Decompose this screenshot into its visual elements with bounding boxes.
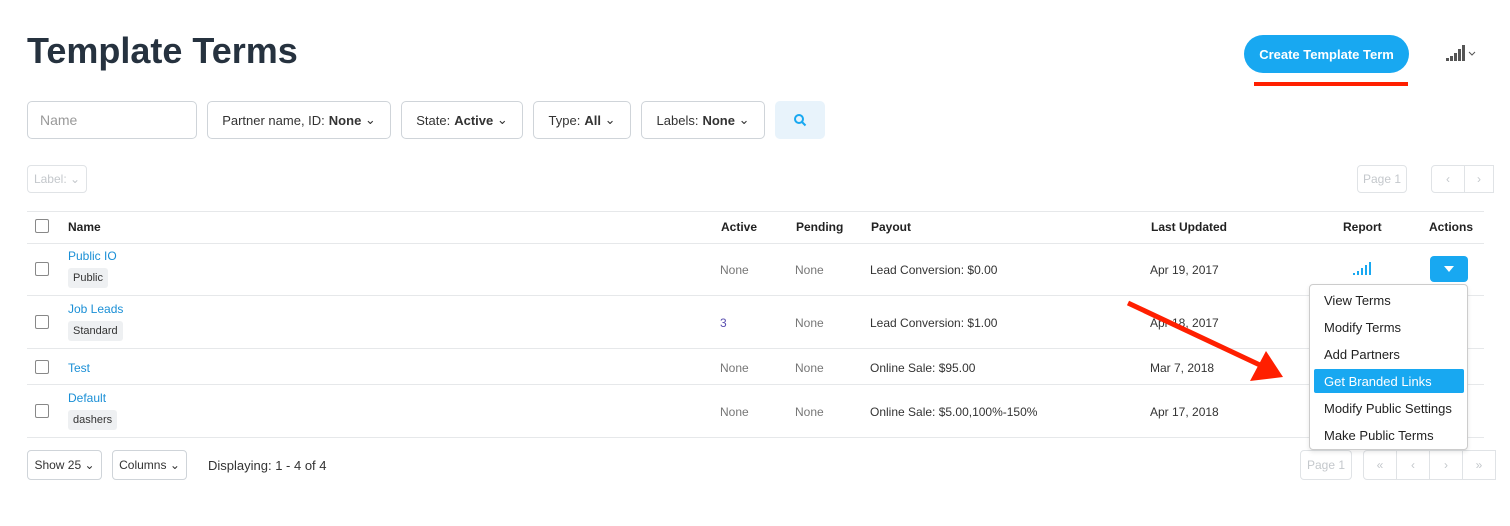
create-template-term-button[interactable]: Create Template Term <box>1244 35 1409 73</box>
partner-filter-label: Partner name, ID: <box>222 112 325 128</box>
term-tag: Public <box>68 268 108 288</box>
state-filter-label: State: <box>416 112 451 128</box>
page-indicator-text: Page 1 <box>1306 458 1346 472</box>
term-name-link[interactable]: Job Leads <box>68 302 123 316</box>
partner-filter[interactable]: Partner name, ID: None ⌄ <box>207 101 391 139</box>
term-tag: Standard <box>68 321 123 341</box>
pending-count: None <box>795 361 824 375</box>
pending-count: None <box>795 316 824 330</box>
label-select-text: Label: <box>33 172 67 186</box>
page-title: Template Terms <box>27 30 298 71</box>
displaying-count: Displaying: 1 - 4 of 4 <box>208 458 327 473</box>
chevron-down-icon: ⌄ <box>361 112 376 127</box>
chevron-down-icon: ⌄ <box>600 112 616 127</box>
term-tag: dashers <box>68 410 118 430</box>
signal-bars-icon <box>1446 45 1476 61</box>
row-checkbox[interactable] <box>35 315 49 329</box>
last-updated: Apr 19, 2017 <box>1150 263 1219 277</box>
payout: Lead Conversion: $1.00 <box>870 316 998 330</box>
chevron-down-icon: ⌄ <box>734 112 750 127</box>
type-filter-label: Type: <box>548 112 581 128</box>
header-name[interactable]: Name <box>68 220 101 234</box>
term-name-link[interactable]: Test <box>68 361 90 375</box>
type-filter[interactable]: Type: All ⌄ <box>533 101 631 139</box>
page-indicator-top: Page 1 <box>1357 165 1407 193</box>
active-count: None <box>720 405 749 419</box>
row-checkbox[interactable] <box>35 262 49 276</box>
active-count: None <box>720 263 749 277</box>
actions-menu: View Terms Modify Terms Add Partners Get… <box>1309 284 1468 450</box>
last-updated: Apr 18, 2017 <box>1150 316 1219 330</box>
first-page-button[interactable]: « <box>1363 450 1397 480</box>
last-updated: Apr 17, 2018 <box>1150 405 1219 419</box>
pending-count: None <box>795 405 824 419</box>
label-select[interactable]: Label: ⌄ <box>27 165 87 193</box>
search-button[interactable] <box>775 101 825 139</box>
annotation-arrow-icon <box>1126 300 1283 381</box>
payout: Lead Conversion: $0.00 <box>870 263 998 277</box>
header-pending[interactable]: Pending <box>796 220 843 234</box>
labels-filter-label: Labels: <box>656 112 699 128</box>
menu-item-make-public-terms[interactable]: Make Public Terms <box>1314 423 1464 447</box>
type-filter-value: All <box>584 112 601 128</box>
row-checkbox[interactable] <box>35 360 49 374</box>
search-icon <box>794 114 807 127</box>
name-input[interactable]: Name <box>27 101 197 139</box>
show-per-page-text: Show 25 <box>34 458 82 472</box>
labels-filter[interactable]: Labels: None ⌄ <box>641 101 765 139</box>
state-filter-value: Active <box>454 112 494 128</box>
next-page-button-bottom[interactable]: › <box>1429 450 1463 480</box>
active-count: None <box>720 361 749 375</box>
partner-filter-value: None <box>328 112 362 128</box>
state-filter[interactable]: State: Active ⌄ <box>401 101 523 139</box>
page-indicator-text: Page 1 <box>1362 172 1402 186</box>
menu-item-modify-terms[interactable]: Modify Terms <box>1314 315 1464 339</box>
header-last-updated[interactable]: Last Updated <box>1151 220 1227 234</box>
header-report: Report <box>1343 220 1382 234</box>
active-count-link[interactable]: 3 <box>720 316 727 330</box>
payout: Online Sale: $95.00 <box>870 361 976 375</box>
last-updated: Mar 7, 2018 <box>1150 361 1215 375</box>
menu-item-add-partners[interactable]: Add Partners <box>1314 342 1464 366</box>
prev-page-button-bottom[interactable]: ‹ <box>1396 450 1430 480</box>
annotation-underline <box>1254 82 1408 86</box>
row-checkbox[interactable] <box>35 404 49 418</box>
payout: Online Sale: $5.00,100%-150% <box>870 405 1038 419</box>
next-page-button[interactable]: › <box>1464 165 1494 193</box>
select-all-checkbox[interactable] <box>35 219 49 233</box>
term-name-link[interactable]: Default <box>68 391 106 405</box>
menu-item-modify-public-settings[interactable]: Modify Public Settings <box>1314 396 1464 420</box>
header-actions: Actions <box>1429 220 1474 234</box>
menu-item-view-terms[interactable]: View Terms <box>1314 288 1464 312</box>
columns-text: Columns <box>119 458 167 472</box>
pending-count: None <box>795 263 824 277</box>
columns-select[interactable]: Columns ⌄ <box>112 450 187 480</box>
name-placeholder: Name <box>40 112 78 128</box>
last-page-button[interactable]: » <box>1462 450 1496 480</box>
prev-page-button[interactable]: ‹ <box>1431 165 1465 193</box>
report-signal-icon[interactable] <box>1352 261 1372 277</box>
term-name-link[interactable]: Public IO <box>68 249 117 263</box>
chevron-down-icon: ⌄ <box>493 112 508 127</box>
page-indicator-bottom: Page 1 <box>1300 450 1352 480</box>
menu-item-get-branded-links[interactable]: Get Branded Links <box>1314 369 1464 393</box>
caret-down-icon <box>1444 266 1454 272</box>
labels-filter-value: None <box>702 112 735 128</box>
header-active[interactable]: Active <box>721 220 757 234</box>
header-payout[interactable]: Payout <box>871 220 911 234</box>
actions-dropdown-button[interactable] <box>1430 256 1468 282</box>
report-menu-button[interactable] <box>1444 44 1480 64</box>
show-per-page-select[interactable]: Show 25 ⌄ <box>27 450 102 480</box>
